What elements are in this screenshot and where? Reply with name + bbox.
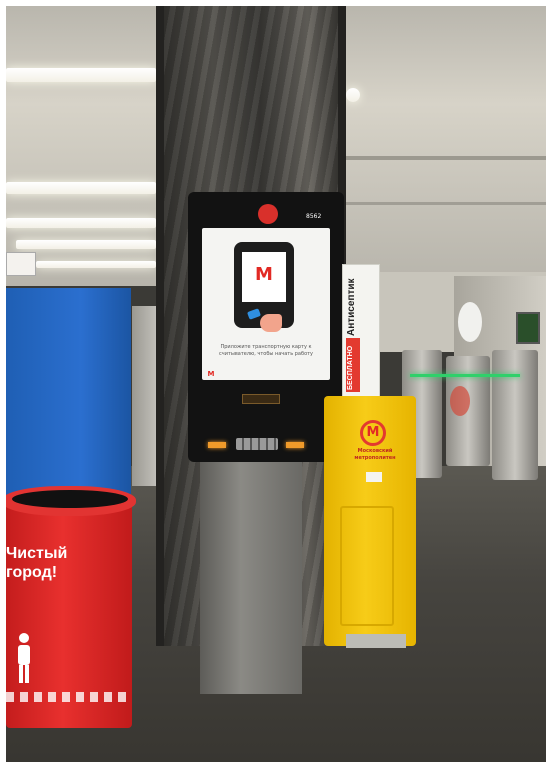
blue-wall bbox=[6, 288, 131, 498]
ceiling-light bbox=[346, 88, 360, 102]
card-slot[interactable] bbox=[242, 394, 280, 404]
turnstile-logo bbox=[450, 386, 470, 416]
wall-sign bbox=[458, 302, 482, 342]
kiosk-light bbox=[208, 442, 226, 448]
pillar-edge bbox=[156, 6, 164, 646]
kiosk-number: 8562 bbox=[306, 213, 322, 220]
metro-logo-icon: M bbox=[255, 264, 273, 285]
bin-ornament bbox=[6, 692, 132, 702]
turnstile bbox=[132, 306, 158, 486]
kiosk-instruction: Приложите транспортную карту к считывате… bbox=[219, 344, 313, 357]
info-sign bbox=[6, 252, 36, 276]
metro-logo-letter: M bbox=[366, 425, 380, 440]
ceiling-light bbox=[6, 218, 156, 228]
turnstile bbox=[492, 350, 538, 480]
sanitizer-base bbox=[346, 634, 406, 648]
free-label: БЕСПЛАТНО bbox=[347, 345, 354, 390]
kiosk-light bbox=[286, 442, 304, 448]
ceiling-beam bbox=[346, 156, 546, 160]
sticker bbox=[366, 472, 382, 482]
screen-footer-logo-icon: M bbox=[207, 370, 215, 378]
kiosk-logo-icon bbox=[258, 204, 278, 224]
pin-pad[interactable] bbox=[236, 438, 278, 450]
metro-name: Московский метрополитен bbox=[354, 448, 396, 461]
photo: 8562 M Приложите транспортную карту к сч… bbox=[6, 6, 546, 762]
antiseptic-label: Антисептик bbox=[346, 278, 357, 336]
person-icon bbox=[14, 632, 34, 684]
hand-icon bbox=[260, 314, 282, 332]
bin-slogan: Чистый город! bbox=[6, 545, 68, 581]
wall-screen bbox=[516, 312, 540, 344]
kiosk-base bbox=[200, 462, 302, 694]
turnstile-light bbox=[410, 374, 520, 377]
sanitizer-panel bbox=[340, 506, 394, 626]
trash-bin-opening bbox=[12, 490, 128, 508]
ceiling-light bbox=[6, 68, 156, 82]
ceiling-light bbox=[36, 261, 156, 268]
ceiling-beam bbox=[346, 202, 546, 205]
ceiling-light bbox=[6, 182, 156, 194]
ceiling-light bbox=[16, 240, 156, 249]
